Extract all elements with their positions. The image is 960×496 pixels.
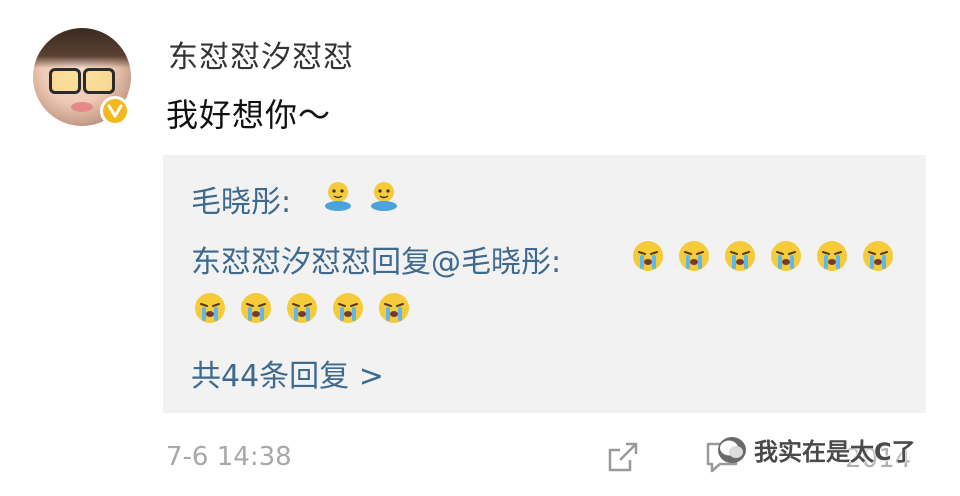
crying-emoji-icon [863,241,893,271]
reply-preview-box[interactable]: 毛晓彤: 东怼怼汐怼怼回复@毛晓彤: 共44条回复 > [163,155,926,413]
watermark-text: 我实在是太C了 [754,438,916,466]
verified-badge-icon [100,96,130,126]
avatar-hair [33,28,131,68]
crying-emoji-icon [679,241,709,271]
avatar-mouth [71,102,93,112]
reply-line-3-emojis [193,291,411,325]
crying-emoji-icon [725,241,755,271]
post-text: 我好想你～ [166,96,332,134]
crying-emoji-icon [771,241,801,271]
wechat-logo-icon [718,436,746,463]
hug-emoji-icon [371,182,397,211]
more-replies-link[interactable]: 共44条回复 > [191,351,384,395]
crying-emoji-icon [633,241,663,271]
reply-line-2-emojis [631,239,895,273]
reply-author-link[interactable]: 毛晓彤: [191,185,291,220]
hug-emoji-icon [325,182,351,211]
reply-line-1: 毛晓彤: [191,177,291,221]
post-timestamp: 7-6 14:38 [166,442,292,472]
crying-emoji-icon [195,293,225,323]
reply-line-1-emojis [321,181,401,211]
avatar-glasses [49,68,115,94]
watermark: 我实在是太C了 [718,432,916,467]
reply-line-2[interactable]: 东怼怼汐怼怼回复@毛晓彤: [191,237,561,281]
crying-emoji-icon [287,293,317,323]
crying-emoji-icon [379,293,409,323]
crying-emoji-icon [241,293,271,323]
author-name[interactable]: 东怼怼汐怼怼 [168,32,354,76]
crying-emoji-icon [817,241,847,271]
share-icon[interactable] [606,440,640,474]
crying-emoji-icon [333,293,363,323]
